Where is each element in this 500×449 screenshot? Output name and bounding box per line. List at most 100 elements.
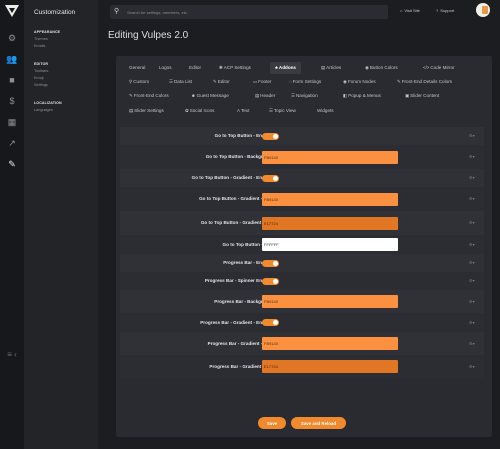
tab-label: Button Colors	[369, 65, 398, 70]
logo-icon[interactable]	[5, 5, 19, 19]
tab-icon: ◌	[289, 79, 292, 84]
sidebar-item-languages[interactable]: Languages	[34, 108, 53, 112]
toggle-switch[interactable]	[262, 259, 279, 267]
tab-addons[interactable]: ♣Addons	[270, 62, 301, 74]
search-box[interactable]: ⚲	[110, 5, 388, 19]
gear-icon[interactable]: ⚙▾	[469, 154, 475, 159]
sidebar-item-toolbars[interactable]: Toolbars	[34, 69, 48, 73]
sidebar-item-emails[interactable]: Emails	[34, 44, 45, 48]
tab-label: Editor	[189, 65, 202, 70]
save-button[interactable]: Save	[258, 417, 286, 429]
tab-logos[interactable]: Logos	[154, 62, 177, 74]
color-input[interactable]	[262, 150, 398, 164]
tab-navigation[interactable]: ☰Navigation	[286, 90, 323, 102]
sidebar-item-emoji[interactable]: Emoji	[34, 76, 44, 80]
tab-general[interactable]: General	[124, 62, 150, 74]
avatar[interactable]	[476, 3, 490, 17]
color-input[interactable]	[262, 337, 398, 350]
chat-icon[interactable]: ■	[0, 74, 24, 86]
support-label: Support	[440, 8, 455, 13]
tab-topic-view[interactable]: ☰Topic View	[264, 105, 301, 117]
tab-text[interactable]: AText	[232, 105, 254, 117]
gear-icon[interactable]: ⚙▾	[469, 242, 475, 247]
search-input[interactable]	[127, 7, 377, 17]
help-icon: ?	[436, 8, 439, 13]
tab-footer[interactable]: ▭Footer	[248, 76, 276, 88]
setting-row: Go to Top Button - Gradient - Enable? ⚙▾	[120, 169, 484, 187]
tab-icon: ▤	[129, 108, 134, 113]
setting-row: Progress Bar - Gradient - Start⚙▾	[120, 332, 484, 355]
tab-label: Logos	[159, 65, 172, 70]
gear-icon[interactable]: ⚙▾	[469, 320, 475, 325]
sidebar-heading-localization: LOCALIZATION	[34, 101, 62, 105]
style-editor-panel: General Logos Editor ✱ACP Settings ♣Addons ▤A…	[116, 56, 492, 437]
brush-icon[interactable]: ✎	[0, 158, 24, 170]
sidebar-item-themes[interactable]: Themes	[34, 37, 48, 41]
color-input[interactable]	[262, 238, 398, 251]
tab-editor[interactable]: ✎Editor	[208, 76, 235, 88]
gear-icon[interactable]: ⚙▾	[469, 341, 475, 346]
tab-articles[interactable]: ▤Articles	[316, 62, 346, 74]
tab-icon: ☰	[169, 79, 173, 84]
toggle-switch[interactable]	[262, 132, 279, 140]
tab-data-list[interactable]: ☰Data List	[164, 76, 197, 88]
tab-custom[interactable]: ⚲Custom	[124, 76, 154, 88]
visit-site-link[interactable]: ⌂ Visit Site	[400, 8, 420, 13]
chart-icon[interactable]: ↗	[0, 137, 24, 149]
tab-icon: ☰	[269, 108, 273, 113]
tab-forum-nodes[interactable]: ◉Forum Nodes	[338, 76, 381, 88]
tab-front-end-colors[interactable]: ✎Front-End Colors	[124, 90, 174, 102]
tab-icon: </>	[423, 65, 430, 70]
tab-label: General	[129, 65, 146, 70]
tab-label: Navigation	[295, 93, 318, 98]
tab-slider-content[interactable]: ▣Slider Content	[400, 90, 444, 102]
gear-icon[interactable]: ⚙▾	[469, 133, 475, 138]
toggle-switch[interactable]	[262, 277, 279, 285]
tab-guest-message[interactable]: ☻Guest Message	[186, 90, 234, 102]
sidebar-heading-editor: EDITOR	[34, 62, 49, 66]
gear-icon[interactable]: ⚙▾	[469, 278, 475, 283]
tab-button-colors[interactable]: ◉Button Colors	[360, 62, 403, 74]
tab-label: Forum Nodes	[347, 79, 376, 84]
tab-social-icons[interactable]: ✿Social Icons	[180, 105, 219, 117]
gear-icon[interactable]: ⚙▾	[469, 220, 475, 225]
gear-icon[interactable]: ⚙▾	[469, 175, 475, 180]
tab-icon: ◉	[365, 65, 369, 70]
tab-acp-settings[interactable]: ✱ACP Settings	[214, 62, 256, 74]
tab-slider-settings[interactable]: ▤Slider Settings	[124, 105, 169, 117]
clipboard-icon[interactable]: ▦	[0, 116, 24, 128]
tab-editor[interactable]: Editor	[184, 62, 206, 74]
tab-header[interactable]: ▤Header	[250, 90, 280, 102]
gear-icon[interactable]: ⚙▾	[469, 260, 475, 265]
setting-row: Go to Top Button - Gradient - Start⚙▾	[120, 187, 484, 211]
gear-icon[interactable]: ⚙▾	[469, 364, 475, 369]
tab-form-settings[interactable]: ◌Form Settings	[284, 76, 326, 88]
setting-row: Go to Top Button - Font⚙▾	[120, 235, 484, 254]
wrench-icon[interactable]: ⚙	[0, 32, 24, 44]
tab-icon: ☻	[191, 93, 196, 98]
tab-widgets[interactable]: Widgets	[312, 105, 339, 117]
color-input[interactable]	[262, 192, 398, 206]
tab-label: Form Settings	[292, 79, 322, 84]
color-input[interactable]	[262, 360, 398, 373]
tab-front-end-details-colors[interactable]: ✎Front-End Details Colors	[392, 76, 457, 88]
tab-label: Data List	[173, 79, 193, 84]
gear-icon[interactable]: ⚙▾	[469, 196, 475, 201]
tab-label: Custom	[133, 79, 150, 84]
toggle-switch[interactable]	[262, 174, 279, 182]
tab-label: Header	[260, 93, 276, 98]
setting-row: Progress Bar - Gradient - Enable? ⚙▾	[120, 313, 484, 332]
tab-icon: ☰	[291, 93, 295, 98]
support-link[interactable]: ? Support	[436, 8, 454, 13]
save-and-reload-button[interactable]: Save and Reload	[291, 417, 346, 429]
users-icon[interactable]: 👥	[0, 53, 24, 65]
color-input[interactable]	[262, 216, 398, 230]
tab-code-mirror[interactable]: </>Code Mirror	[418, 62, 460, 74]
collapse-sidebar-icon[interactable]: ≡ ‹	[0, 350, 24, 359]
color-input[interactable]	[262, 295, 398, 308]
dollar-icon[interactable]: $	[0, 95, 24, 107]
sidebar-item-settings[interactable]: Settings	[34, 83, 48, 87]
toggle-switch[interactable]	[262, 319, 279, 326]
tab-popup-menus[interactable]: ◧Popup & Menus	[338, 90, 386, 102]
gear-icon[interactable]: ⚙▾	[469, 299, 475, 304]
